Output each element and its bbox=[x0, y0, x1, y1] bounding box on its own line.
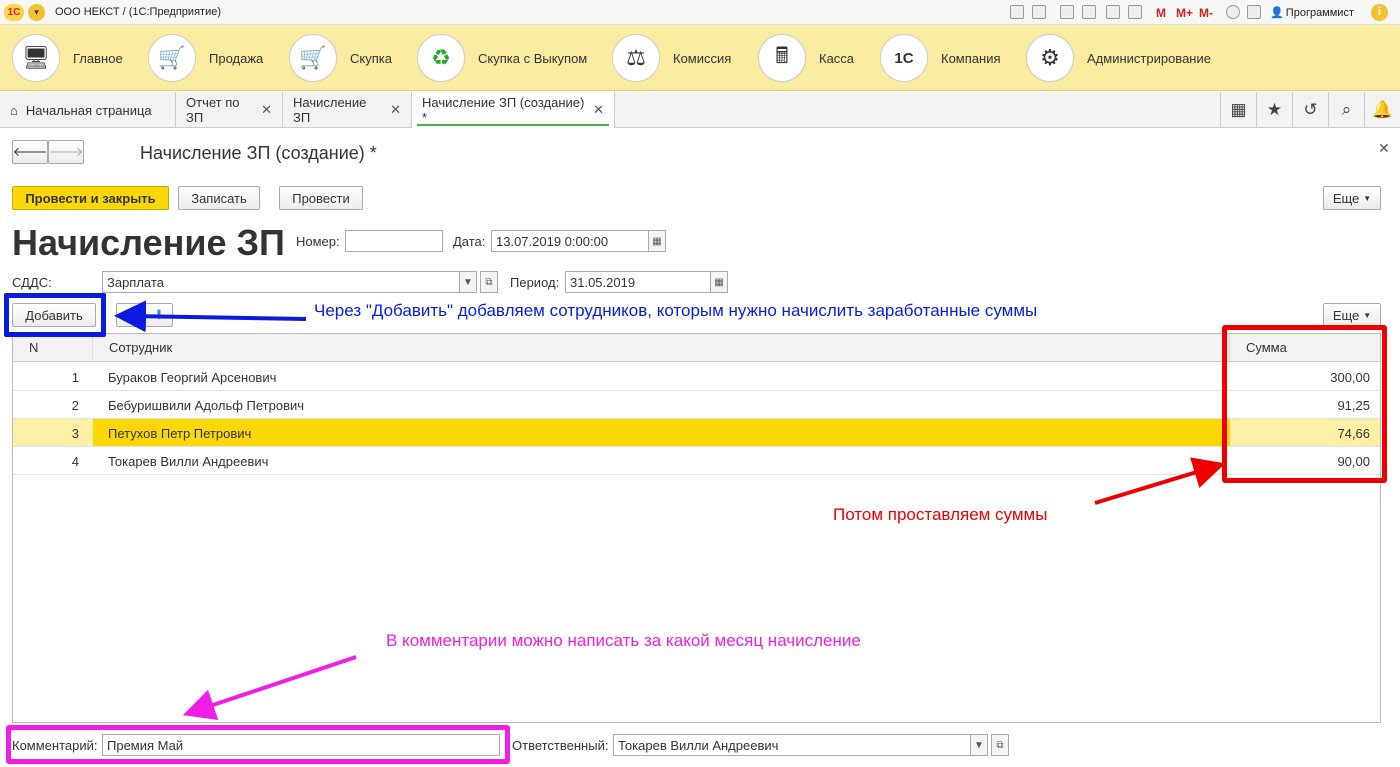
magenta-arrow bbox=[182, 655, 357, 721]
annotation-red-text: Потом проставляем суммы bbox=[833, 505, 1048, 524]
annotation-arrows bbox=[114, 300, 1226, 721]
red-arrow bbox=[1094, 457, 1226, 505]
blue-arrow bbox=[114, 300, 307, 333]
annotation-blue-text: Через "Добавить" добавляем сотрудников, … bbox=[314, 301, 1038, 320]
annotation-magenta-text: В комментарии можно написать за какой ме… bbox=[386, 631, 861, 650]
